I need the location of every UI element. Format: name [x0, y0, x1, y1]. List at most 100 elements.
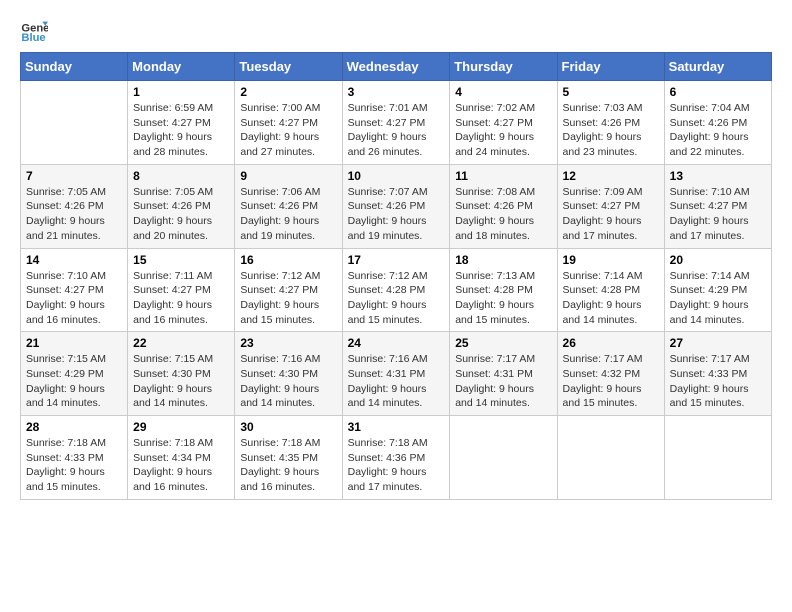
calendar-cell: 3Sunrise: 7:01 AMSunset: 4:27 PMDaylight…: [342, 81, 450, 165]
daylight-text: Daylight: 9 hours and 24 minutes.: [455, 130, 551, 159]
sunset-text: Sunset: 4:26 PM: [455, 199, 551, 214]
sunset-text: Sunset: 4:35 PM: [240, 451, 336, 466]
daylight-text: Daylight: 9 hours and 19 minutes.: [348, 214, 445, 243]
daylight-text: Daylight: 9 hours and 18 minutes.: [455, 214, 551, 243]
day-info: Sunrise: 7:10 AMSunset: 4:27 PMDaylight:…: [670, 185, 766, 244]
calendar-cell: 30Sunrise: 7:18 AMSunset: 4:35 PMDayligh…: [235, 416, 342, 500]
day-info: Sunrise: 7:07 AMSunset: 4:26 PMDaylight:…: [348, 185, 445, 244]
calendar-cell: 12Sunrise: 7:09 AMSunset: 4:27 PMDayligh…: [557, 164, 664, 248]
calendar-header-row: SundayMondayTuesdayWednesdayThursdayFrid…: [21, 53, 772, 81]
daylight-text: Daylight: 9 hours and 15 minutes.: [563, 382, 659, 411]
calendar-week-row: 28Sunrise: 7:18 AMSunset: 4:33 PMDayligh…: [21, 416, 772, 500]
sunrise-text: Sunrise: 7:12 AM: [240, 269, 336, 284]
sunrise-text: Sunrise: 7:07 AM: [348, 185, 445, 200]
calendar-cell: 24Sunrise: 7:16 AMSunset: 4:31 PMDayligh…: [342, 332, 450, 416]
day-info: Sunrise: 7:17 AMSunset: 4:32 PMDaylight:…: [563, 352, 659, 411]
calendar-cell: [21, 81, 128, 165]
day-number: 15: [133, 253, 229, 267]
calendar-cell: 15 Sunrise: 7:11 AMSunset: 4:27 PMDayligh…: [128, 248, 235, 332]
day-number: 9: [240, 169, 336, 183]
daylight-text: Daylight: 9 hours and 14 minutes.: [348, 382, 445, 411]
sunset-text: Sunset: 4:28 PM: [563, 283, 659, 298]
day-number: 5: [563, 85, 659, 99]
sunset-text: Sunset: 4:26 PM: [670, 116, 766, 131]
day-number: 2: [240, 85, 336, 99]
sunset-text: Sunset: 4:36 PM: [348, 451, 445, 466]
sunrise-text: Sunrise: 7:13 AM: [455, 269, 551, 284]
day-info: Sunrise: 7:14 AMSunset: 4:29 PMDaylight:…: [670, 269, 766, 328]
daylight-text: Daylight: 9 hours and 14 minutes.: [240, 382, 336, 411]
calendar-cell: [664, 416, 771, 500]
calendar-week-row: 21Sunrise: 7:15 AMSunset: 4:29 PMDayligh…: [21, 332, 772, 416]
sunrise-text: Sunrise: 7:09 AM: [563, 185, 659, 200]
day-number: 25: [455, 336, 551, 350]
sunset-text: Sunset: 4:27 PM: [26, 283, 122, 298]
day-number: 7: [26, 169, 122, 183]
sunrise-text: Sunrise: 7:17 AM: [563, 352, 659, 367]
day-info: Sunrise: 7:12 AMSunset: 4:27 PMDaylight:…: [240, 269, 336, 328]
sunrise-text: Sunrise: 7:02 AM: [455, 101, 551, 116]
sunset-text: Sunset: 4:29 PM: [26, 367, 122, 382]
daylight-text: Daylight: 9 hours and 14 minutes.: [455, 382, 551, 411]
day-number: 19: [563, 253, 659, 267]
sunset-text: Sunset: 4:33 PM: [26, 451, 122, 466]
day-info: Sunrise: 7:16 AMSunset: 4:30 PMDaylight:…: [240, 352, 336, 411]
calendar-cell: 31Sunrise: 7:18 AMSunset: 4:36 PMDayligh…: [342, 416, 450, 500]
sunset-text: Sunset: 4:27 PM: [348, 116, 445, 131]
day-info: Sunrise: 7:02 AMSunset: 4:27 PMDaylight:…: [455, 101, 551, 160]
daylight-text: Daylight: 9 hours and 16 minutes.: [133, 465, 229, 494]
day-number: 16: [240, 253, 336, 267]
calendar-cell: 10 Sunrise: 7:07 AMSunset: 4:26 PMDayligh…: [342, 164, 450, 248]
daylight-text: Daylight: 9 hours and 27 minutes.: [240, 130, 336, 159]
day-number: 14: [26, 253, 122, 267]
sunrise-text: Sunrise: 7:18 AM: [26, 436, 122, 451]
sunset-text: Sunset: 4:27 PM: [133, 283, 229, 298]
day-number: 27: [670, 336, 766, 350]
sunset-text: Sunset: 4:28 PM: [455, 283, 551, 298]
day-number: 23: [240, 336, 336, 350]
sunset-text: Sunset: 4:27 PM: [240, 116, 336, 131]
daylight-text: Daylight: 9 hours and 15 minutes.: [26, 465, 122, 494]
daylight-text: Daylight: 9 hours and 16 minutes.: [240, 465, 336, 494]
daylight-text: Daylight: 9 hours and 15 minutes.: [240, 298, 336, 327]
day-info: Sunrise: 7:18 AMSunset: 4:33 PMDaylight:…: [26, 436, 122, 495]
daylight-text: Daylight: 9 hours and 15 minutes.: [348, 298, 445, 327]
calendar-cell: 8Sunrise: 7:05 AMSunset: 4:26 PMDaylight…: [128, 164, 235, 248]
sunrise-text: Sunrise: 7:12 AM: [348, 269, 445, 284]
sunset-text: Sunset: 4:29 PM: [670, 283, 766, 298]
daylight-text: Daylight: 9 hours and 14 minutes.: [26, 382, 122, 411]
calendar-cell: 25 Sunrise: 7:17 AMSunset: 4:31 PMDayligh…: [450, 332, 557, 416]
day-number: 8: [133, 169, 229, 183]
day-number: 28: [26, 420, 122, 434]
page-header: General Blue: [20, 16, 772, 44]
calendar-cell: 11Sunrise: 7:08 AMSunset: 4:26 PMDayligh…: [450, 164, 557, 248]
calendar-cell: 16 Sunrise: 7:12 AMSunset: 4:27 PMDayligh…: [235, 248, 342, 332]
day-number: 10: [348, 169, 445, 183]
sunset-text: Sunset: 4:30 PM: [133, 367, 229, 382]
day-number: 21: [26, 336, 122, 350]
calendar-cell: 26Sunrise: 7:17 AMSunset: 4:32 PMDayligh…: [557, 332, 664, 416]
day-info: Sunrise: 7:08 AMSunset: 4:26 PMDaylight:…: [455, 185, 551, 244]
day-number: 30: [240, 420, 336, 434]
calendar-cell: 2Sunrise: 7:00 AMSunset: 4:27 PMDaylight…: [235, 81, 342, 165]
sunset-text: Sunset: 4:34 PM: [133, 451, 229, 466]
calendar-cell: 22Sunrise: 7:15 AMSunset: 4:30 PMDayligh…: [128, 332, 235, 416]
daylight-text: Daylight: 9 hours and 14 minutes.: [563, 298, 659, 327]
day-info: Sunrise: 7:17 AMSunset: 4:31 PMDaylight:…: [455, 352, 551, 411]
sunset-text: Sunset: 4:26 PM: [26, 199, 122, 214]
sunset-text: Sunset: 4:28 PM: [348, 283, 445, 298]
calendar-cell: [450, 416, 557, 500]
daylight-text: Daylight: 9 hours and 21 minutes.: [26, 214, 122, 243]
sunrise-text: Sunrise: 7:16 AM: [348, 352, 445, 367]
daylight-text: Daylight: 9 hours and 14 minutes.: [670, 298, 766, 327]
day-info: Sunrise: 7:16 AMSunset: 4:31 PMDaylight:…: [348, 352, 445, 411]
daylight-text: Daylight: 9 hours and 16 minutes.: [133, 298, 229, 327]
sunset-text: Sunset: 4:26 PM: [240, 199, 336, 214]
day-info: Sunrise: 7:11 AMSunset: 4:27 PMDaylight:…: [133, 269, 229, 328]
day-info: Sunrise: 7:03 AMSunset: 4:26 PMDaylight:…: [563, 101, 659, 160]
sunset-text: Sunset: 4:30 PM: [240, 367, 336, 382]
daylight-text: Daylight: 9 hours and 23 minutes.: [563, 130, 659, 159]
day-info: Sunrise: 7:15 AMSunset: 4:30 PMDaylight:…: [133, 352, 229, 411]
day-info: Sunrise: 7:18 AMSunset: 4:36 PMDaylight:…: [348, 436, 445, 495]
sunrise-text: Sunrise: 7:10 AM: [670, 185, 766, 200]
